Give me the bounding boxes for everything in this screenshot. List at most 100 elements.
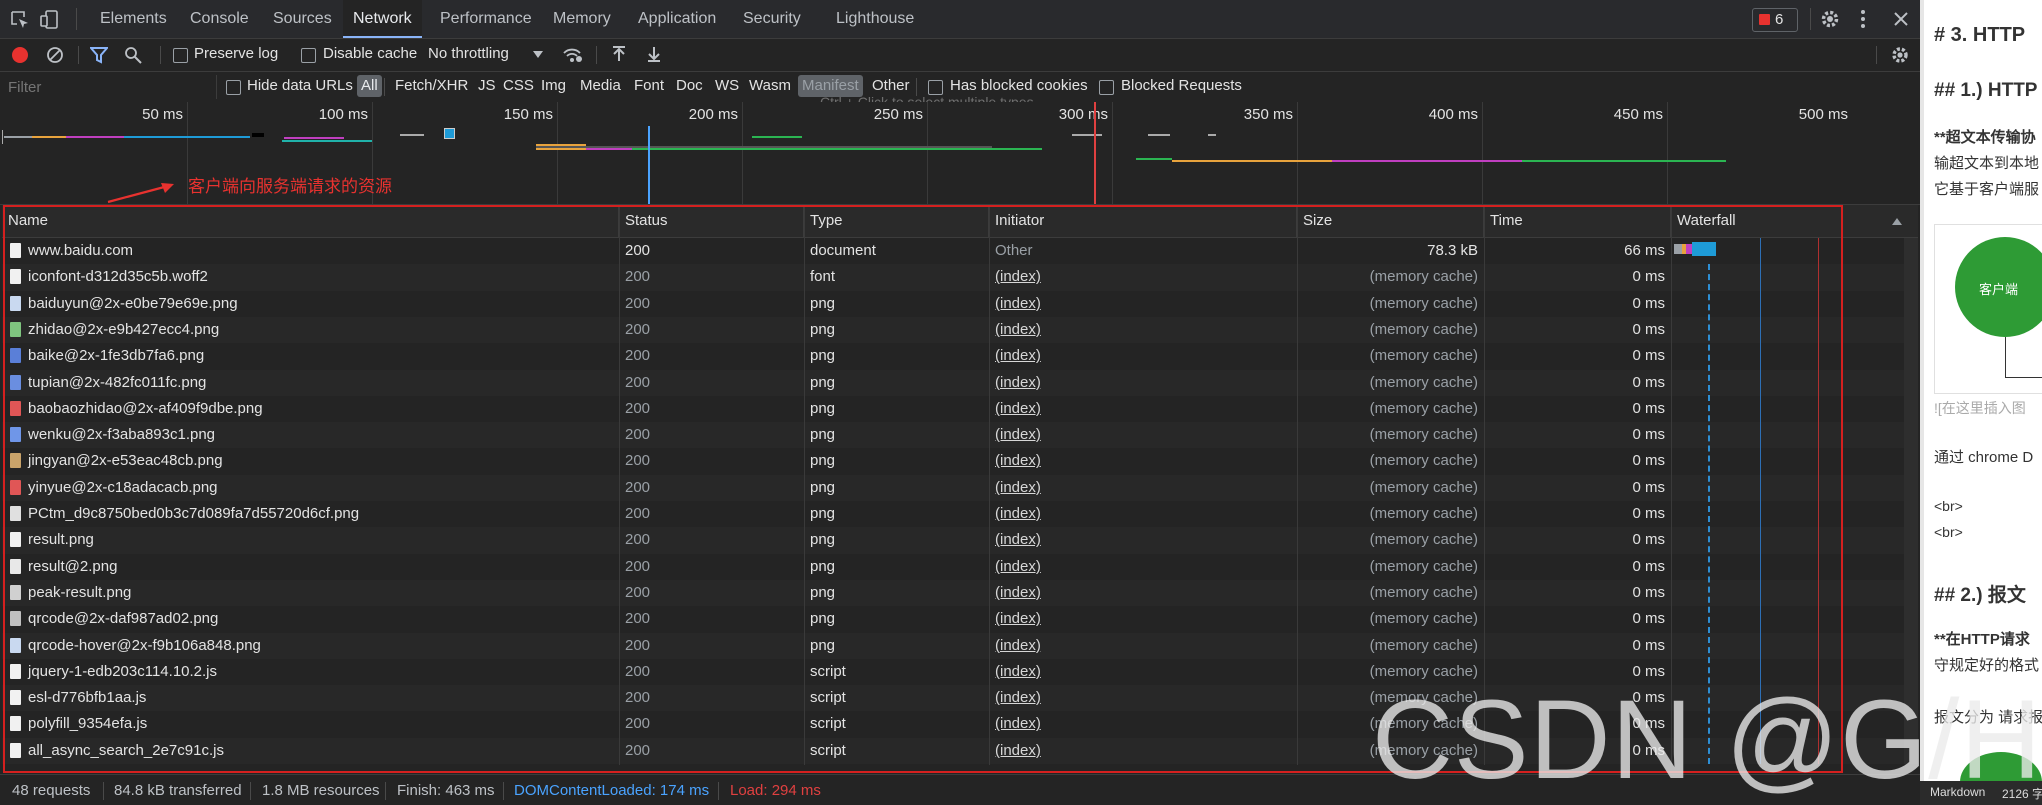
network-conditions-icon[interactable] <box>562 46 584 64</box>
more-options-icon[interactable] <box>1859 9 1867 29</box>
overview-bar <box>1208 134 1216 136</box>
tick-label: 250 ms <box>873 106 923 123</box>
tab-sources[interactable]: Sources <box>273 0 332 38</box>
overview-bar <box>124 136 250 138</box>
overview-bar <box>1136 158 1172 160</box>
tick-label: 100 ms <box>318 106 368 123</box>
toolbar-divider <box>78 46 79 64</box>
chevron-down-icon[interactable] <box>533 51 543 59</box>
overview-bar <box>66 136 124 138</box>
sort-ascending-icon[interactable] <box>1892 217 1902 225</box>
diagram-image: 客户端 <box>1934 224 2042 394</box>
filter-divider <box>384 78 385 96</box>
csdn-watermark: CSDN @G/H <box>1372 677 2042 802</box>
domcontentloaded-marker <box>648 126 650 204</box>
tick-line <box>557 102 558 204</box>
import-har-icon[interactable] <box>611 45 627 63</box>
tick-label: 150 ms <box>503 106 553 123</box>
search-icon[interactable] <box>124 46 142 64</box>
type-filter-doc[interactable]: Doc <box>676 77 703 94</box>
overview-bar <box>284 137 344 139</box>
record-icon[interactable] <box>12 47 28 63</box>
export-har-icon[interactable] <box>646 45 662 63</box>
tick-line <box>742 102 743 204</box>
tick-line <box>927 102 928 204</box>
issues-count: 6 <box>1775 11 1784 28</box>
has-blocked-cookies-label: Has blocked cookies <box>950 77 1088 94</box>
type-filter-all[interactable]: All <box>357 75 382 97</box>
tab-security[interactable]: Security <box>743 0 801 38</box>
md-heading-4: ## 2.) 报文 <box>1934 585 2026 606</box>
status-divider <box>503 782 504 800</box>
has-blocked-cookies-checkbox[interactable] <box>928 80 943 95</box>
md-paragraph: 通过 chrome D <box>1934 449 2034 466</box>
type-filter-other[interactable]: Other <box>872 77 910 94</box>
device-toolbar-icon[interactable] <box>40 9 60 31</box>
close-devtools-icon[interactable] <box>1893 11 1909 27</box>
tick-label: 400 ms <box>1428 106 1478 123</box>
tick-line <box>1667 102 1668 204</box>
tab-console[interactable]: Console <box>190 0 249 38</box>
issues-badge[interactable]: 6 <box>1752 8 1798 32</box>
clear-icon[interactable] <box>46 46 64 64</box>
tab-elements[interactable]: Elements <box>100 0 167 38</box>
disable-cache-checkbox[interactable] <box>301 48 316 63</box>
status-divider <box>385 782 386 800</box>
overview-marker <box>444 128 455 139</box>
type-filter-js[interactable]: JS <box>478 77 496 94</box>
resources-size: 1.8 MB resources <box>262 782 380 799</box>
throttling-select[interactable]: No throttling <box>428 45 509 62</box>
preserve-log-label: Preserve log <box>194 45 279 62</box>
md-heading-3: # 3. HTTP <box>1934 24 2026 46</box>
tick-label: 500 ms <box>1798 106 1848 123</box>
type-filter-css[interactable]: CSS <box>503 77 534 94</box>
filter-bar: Hide data URLs All Fetch/XHR JS CSS Img … <box>0 72 1920 110</box>
overview-bar <box>752 136 802 138</box>
overview-bar <box>586 148 632 150</box>
toolbar-divider <box>1876 46 1877 64</box>
preserve-log-checkbox[interactable] <box>173 48 188 63</box>
annotation-arrow-icon <box>107 183 174 204</box>
tab-network[interactable]: Network <box>343 0 422 38</box>
annotation-text: 客户端向服务端请求的资源 <box>188 177 392 196</box>
filter-icon[interactable] <box>90 46 108 64</box>
diagram-line <box>2005 337 2006 377</box>
inspect-element-icon[interactable] <box>10 10 30 30</box>
type-filter-media[interactable]: Media <box>580 77 621 94</box>
tick-line <box>1112 102 1113 204</box>
tab-performance[interactable]: Performance <box>440 0 532 38</box>
md-paragraph: 输超文本到本地 <box>1934 155 2040 172</box>
md-br: <br> <box>1934 524 1963 540</box>
overview-bar <box>1172 160 1332 162</box>
load-time: Load: 294 ms <box>730 782 821 799</box>
type-filter-ws[interactable]: WS <box>715 77 739 94</box>
tab-divider <box>76 8 77 30</box>
type-filter-wasm[interactable]: Wasm <box>749 77 791 94</box>
tab-lighthouse[interactable]: Lighthouse <box>836 0 914 38</box>
hide-data-urls-label: Hide data URLs <box>247 77 353 94</box>
tab-application[interactable]: Application <box>638 0 716 38</box>
blocked-requests-checkbox[interactable] <box>1099 80 1114 95</box>
overview-bar <box>1148 134 1170 136</box>
overview-start-marker <box>2 130 3 144</box>
client-label: 客户端 <box>1979 282 2019 297</box>
settings-gear-icon[interactable] <box>1820 9 1840 29</box>
type-filter-fetch-xhr[interactable]: Fetch/XHR <box>395 77 468 94</box>
tick-label: 50 ms <box>142 106 183 123</box>
filter-input[interactable] <box>2 75 217 99</box>
network-settings-gear-icon[interactable] <box>1891 46 1909 64</box>
hide-data-urls-checkbox[interactable] <box>226 80 241 95</box>
overview-bar <box>536 148 586 150</box>
overview-bar <box>32 136 66 138</box>
tick-line <box>1297 102 1298 204</box>
tick-label: 350 ms <box>1243 106 1293 123</box>
type-filter-font[interactable]: Font <box>634 77 664 94</box>
type-filter-img[interactable]: Img <box>541 77 566 94</box>
diagram-line <box>2005 377 2042 378</box>
tab-divider <box>1810 8 1811 30</box>
overview-bar <box>400 134 424 136</box>
tab-memory[interactable]: Memory <box>553 0 611 38</box>
overview-bar <box>4 136 32 138</box>
overview-bar <box>536 146 992 148</box>
toolbar-divider <box>160 46 161 64</box>
